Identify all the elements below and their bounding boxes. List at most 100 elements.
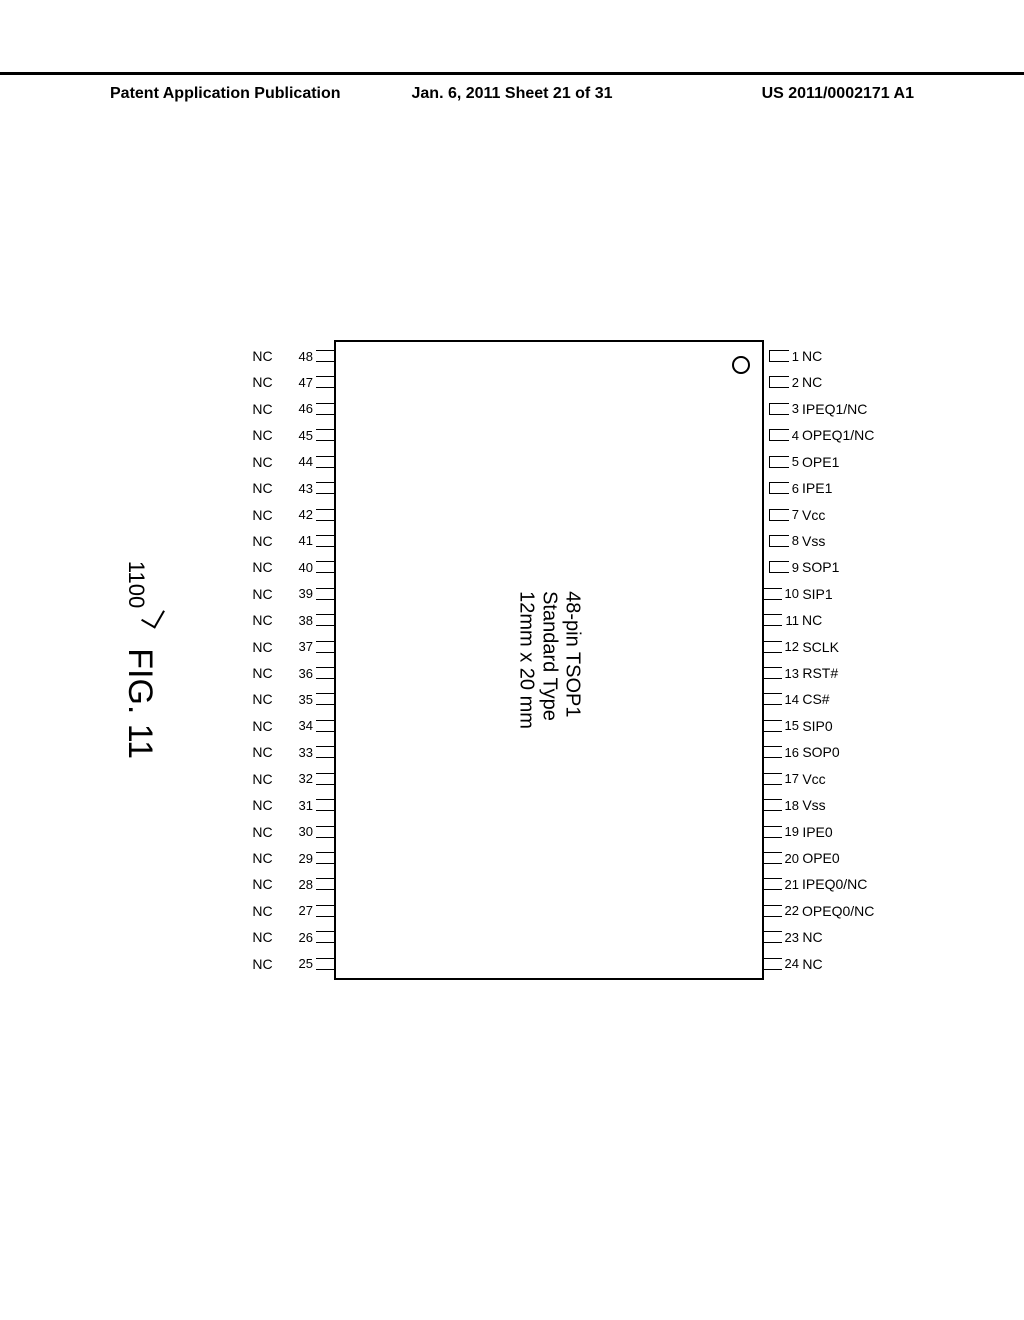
pin-number: 37 [299, 639, 313, 654]
pin: OPEQ0/NC22 [762, 903, 846, 919]
pin: NC41 [252, 533, 336, 549]
pin-lead-icon [762, 878, 782, 890]
pin-lead-icon [762, 773, 782, 785]
pin-number: 27 [299, 903, 313, 918]
pin-label: NC [252, 427, 296, 443]
pin-number: 38 [299, 613, 313, 628]
chip-label-line1: 48-pin TSOP1 [561, 591, 584, 729]
pin-lead-icon [762, 852, 782, 864]
pin-number: 39 [299, 586, 313, 601]
pin-lead-icon [316, 773, 336, 785]
figure-caption: 1100 FIG. 11 [120, 561, 159, 759]
pin-number: 17 [785, 771, 799, 786]
chip-label-line3: 12mm x 20 mm [515, 591, 538, 729]
pin: NC32 [252, 771, 336, 787]
pin-number: 19 [785, 824, 799, 839]
pin: NC39 [252, 586, 336, 602]
pin: NC46 [252, 401, 336, 417]
pin-number: 21 [785, 877, 799, 892]
pin-lead-icon [762, 693, 782, 705]
pin-number: 1 [792, 349, 799, 364]
pin: IPEQ0/NC21 [762, 876, 846, 892]
pin-label: NC [252, 797, 296, 813]
pin-label: NC [802, 348, 846, 364]
pin-lead-icon [316, 693, 336, 705]
pin-number: 3 [792, 401, 799, 416]
pin: OPE020 [762, 850, 846, 866]
pin-lead-icon [769, 535, 789, 547]
pin1-indicator-icon [732, 356, 750, 374]
pin-lead-icon [316, 905, 336, 917]
pin: SIP015 [762, 718, 846, 734]
pin-number: 45 [299, 428, 313, 443]
pin: NC1 [762, 348, 846, 364]
pin-number: 33 [299, 745, 313, 760]
pin-label: SOP1 [802, 559, 846, 575]
pin-number: 24 [785, 956, 799, 971]
chip-label-line2: Standard Type [538, 591, 561, 729]
pin-number: 2 [792, 375, 799, 390]
pin-number: 18 [785, 798, 799, 813]
pin-label: SOP0 [802, 744, 846, 760]
pin-lead-icon [316, 641, 336, 653]
pin-label: NC [252, 612, 296, 628]
pin-label: NC [252, 691, 296, 707]
pin-label: CS# [802, 691, 846, 707]
pin-number: 12 [785, 639, 799, 654]
pin: CS#14 [762, 691, 846, 707]
pin-number: 10 [785, 586, 799, 601]
pin-label: NC [252, 956, 296, 972]
pin-label: Vss [802, 533, 846, 549]
pin: IPE019 [762, 824, 846, 840]
pin-label: NC [252, 454, 296, 470]
pin-number: 16 [785, 745, 799, 760]
pin-label: NC [252, 718, 296, 734]
pin-lead-icon [762, 720, 782, 732]
pin-lead-icon [316, 878, 336, 890]
pin-lead-icon [762, 905, 782, 917]
pin-label: NC [802, 374, 846, 390]
pin-strip-top: NC1NC2IPEQ1/NC3OPEQ1/NC4OPE15IPE16Vcc7Vs… [762, 342, 846, 978]
pin-label: NC [802, 929, 846, 945]
pin-number: 23 [785, 930, 799, 945]
pin-lead-icon [316, 614, 336, 626]
pin-label: NC [252, 374, 296, 390]
pin-label: NC [252, 903, 296, 919]
pin-lead-icon [316, 456, 336, 468]
pin: NC28 [252, 876, 336, 892]
pin-number: 9 [792, 560, 799, 575]
pin: Vss8 [762, 533, 846, 549]
pin: SOP19 [762, 559, 846, 575]
pin-number: 40 [299, 560, 313, 575]
pin-number: 14 [785, 692, 799, 707]
pin-label: NC [252, 639, 296, 655]
pin-lead-icon [762, 746, 782, 758]
pin: NC27 [252, 903, 336, 919]
pin: NC34 [252, 718, 336, 734]
pin-lead-icon [316, 429, 336, 441]
pin-lead-icon [316, 826, 336, 838]
pin-lead-icon [762, 799, 782, 811]
pin-lead-icon [316, 403, 336, 415]
pin: IPE16 [762, 480, 846, 496]
pin-number: 43 [299, 481, 313, 496]
pin: NC25 [252, 956, 336, 972]
pin-lead-icon [316, 958, 336, 970]
pin-number: 7 [792, 507, 799, 522]
pin-lead-icon [316, 931, 336, 943]
pin-label: OPEQ1/NC [802, 427, 846, 443]
pin: IPEQ1/NC3 [762, 401, 846, 417]
pin-label: IPEQ1/NC [802, 401, 846, 417]
pin-lead-icon [316, 746, 336, 758]
pin-lead-icon [316, 720, 336, 732]
pin: Vcc17 [762, 771, 846, 787]
pin-lead-icon [769, 482, 789, 494]
pin-lead-icon [316, 852, 336, 864]
pin: SIP110 [762, 586, 846, 602]
pin-lead-icon [316, 509, 336, 521]
pin-number: 41 [299, 533, 313, 548]
pin: NC38 [252, 612, 336, 628]
pin-label: RST# [802, 665, 846, 681]
pin-label: IPEQ0/NC [802, 876, 846, 892]
pin: NC26 [252, 929, 336, 945]
